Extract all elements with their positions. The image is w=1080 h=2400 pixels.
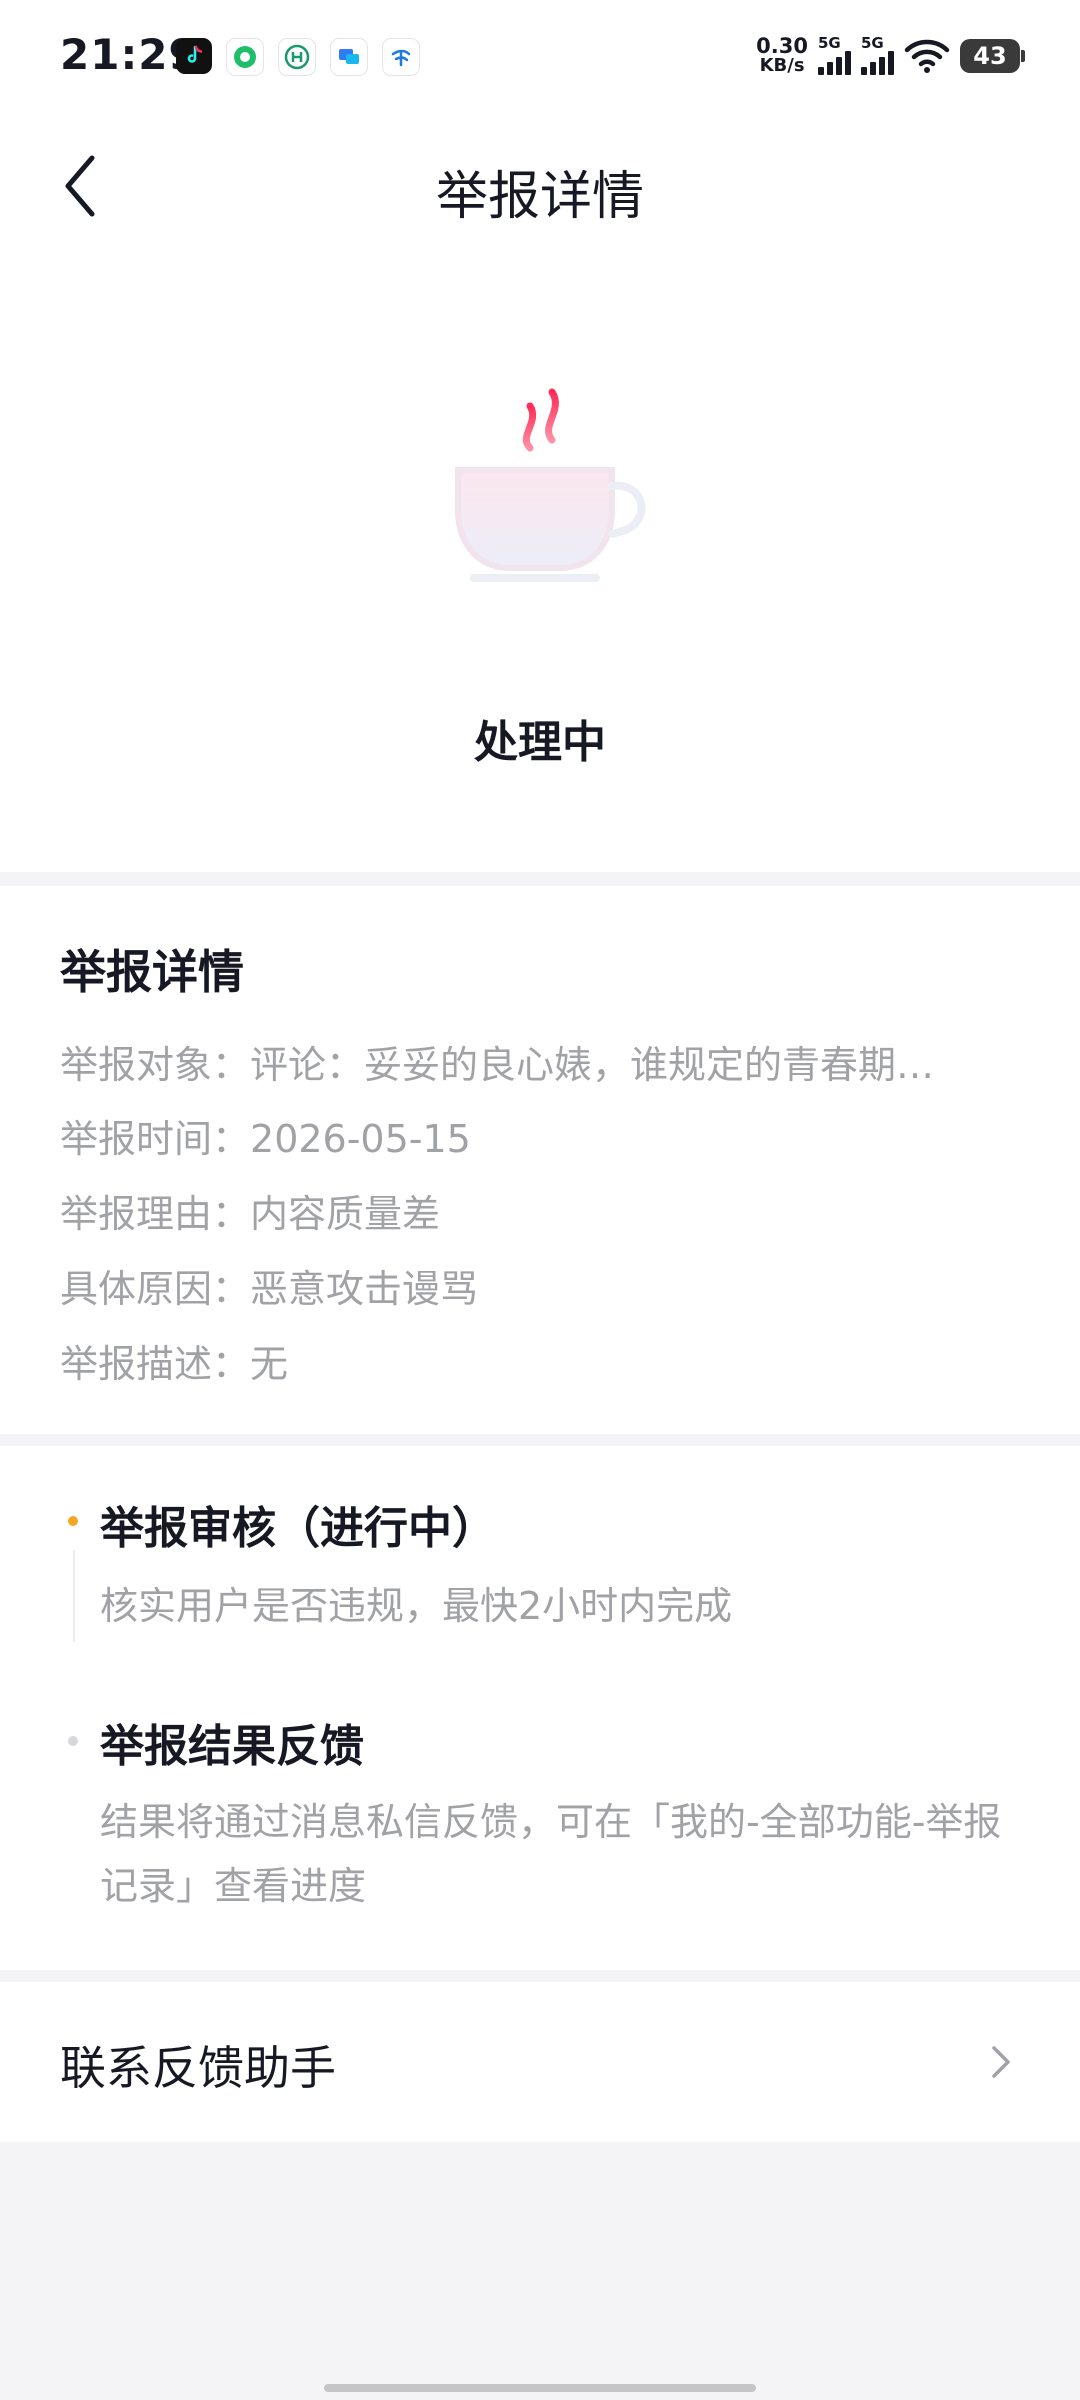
processing-status: 处理中	[474, 717, 606, 768]
home-indicator[interactable]	[324, 2384, 756, 2392]
douyin-icon	[176, 38, 212, 74]
signal-bars-icon	[818, 51, 851, 75]
detail-row-reason: 举报理由：内容质量差	[60, 1192, 441, 1236]
detail-row-specific-reason: 具体原因：恶意攻击谩骂	[60, 1267, 479, 1311]
contact-label: 联系反馈助手	[60, 2041, 336, 2095]
notification-icons	[176, 38, 420, 76]
network-speed: 0.30 KB/s	[756, 33, 808, 76]
signal-bars-icon	[861, 51, 894, 75]
message-app-icon	[330, 38, 368, 76]
timeline-connector	[73, 1550, 75, 1642]
detail-row-description: 举报描述：无	[60, 1342, 289, 1386]
battery-icon: 43	[960, 38, 1025, 73]
report-details-card: 举报详情 举报对象：评论：妥妥的良心婊，谁规定的青春期… 举报时间：2026-0…	[0, 886, 1080, 1434]
telecom-icon	[382, 38, 420, 76]
status-hero: 处理中	[0, 260, 1080, 872]
battery-level: 43	[973, 41, 1007, 70]
wifi-icon	[904, 39, 950, 73]
signal-sim2: 5G	[861, 36, 894, 75]
timeline-dot-active	[68, 1516, 78, 1526]
timeline-dot-pending	[68, 1736, 78, 1746]
timeline-step-feedback-desc: 结果将通过消息私信反馈，可在「我的-全部功能-举报记录」查看进度	[100, 1800, 1002, 1908]
nav-header: 举报详情	[0, 116, 1080, 260]
timeline-step-feedback-title: 举报结果反馈	[100, 1721, 364, 1772]
coffee-cup-icon	[455, 388, 646, 582]
contact-feedback-assistant-row[interactable]: 联系反馈助手	[0, 1982, 1080, 2142]
progress-timeline: 举报审核（进行中） 核实用户是否违规，最快2小时内完成 举报结果反馈 结果将通过…	[0, 1446, 1080, 1970]
signal-sim1: 5G	[818, 36, 851, 75]
chevron-right-icon	[992, 2046, 1010, 2078]
detail-row-time: 举报时间：2026-05-15	[60, 1117, 471, 1161]
timeline-step-review-title: 举报审核（进行中）	[100, 1503, 496, 1554]
timeline-step-review-desc: 核实用户是否违规，最快2小时内完成	[100, 1584, 733, 1628]
status-bar: 21:29 0.30 KB/s 5G 5G 43	[0, 0, 1080, 116]
details-title: 举报详情	[60, 945, 244, 999]
page-title: 举报详情	[435, 167, 644, 227]
green-app-icon	[226, 38, 264, 76]
detail-row-target: 举报对象：评论：妥妥的良心婊，谁规定的青春期…	[60, 1043, 935, 1087]
system-status: 0.30 KB/s 5G 5G 43	[756, 33, 1025, 76]
bank-app-icon	[278, 38, 316, 76]
